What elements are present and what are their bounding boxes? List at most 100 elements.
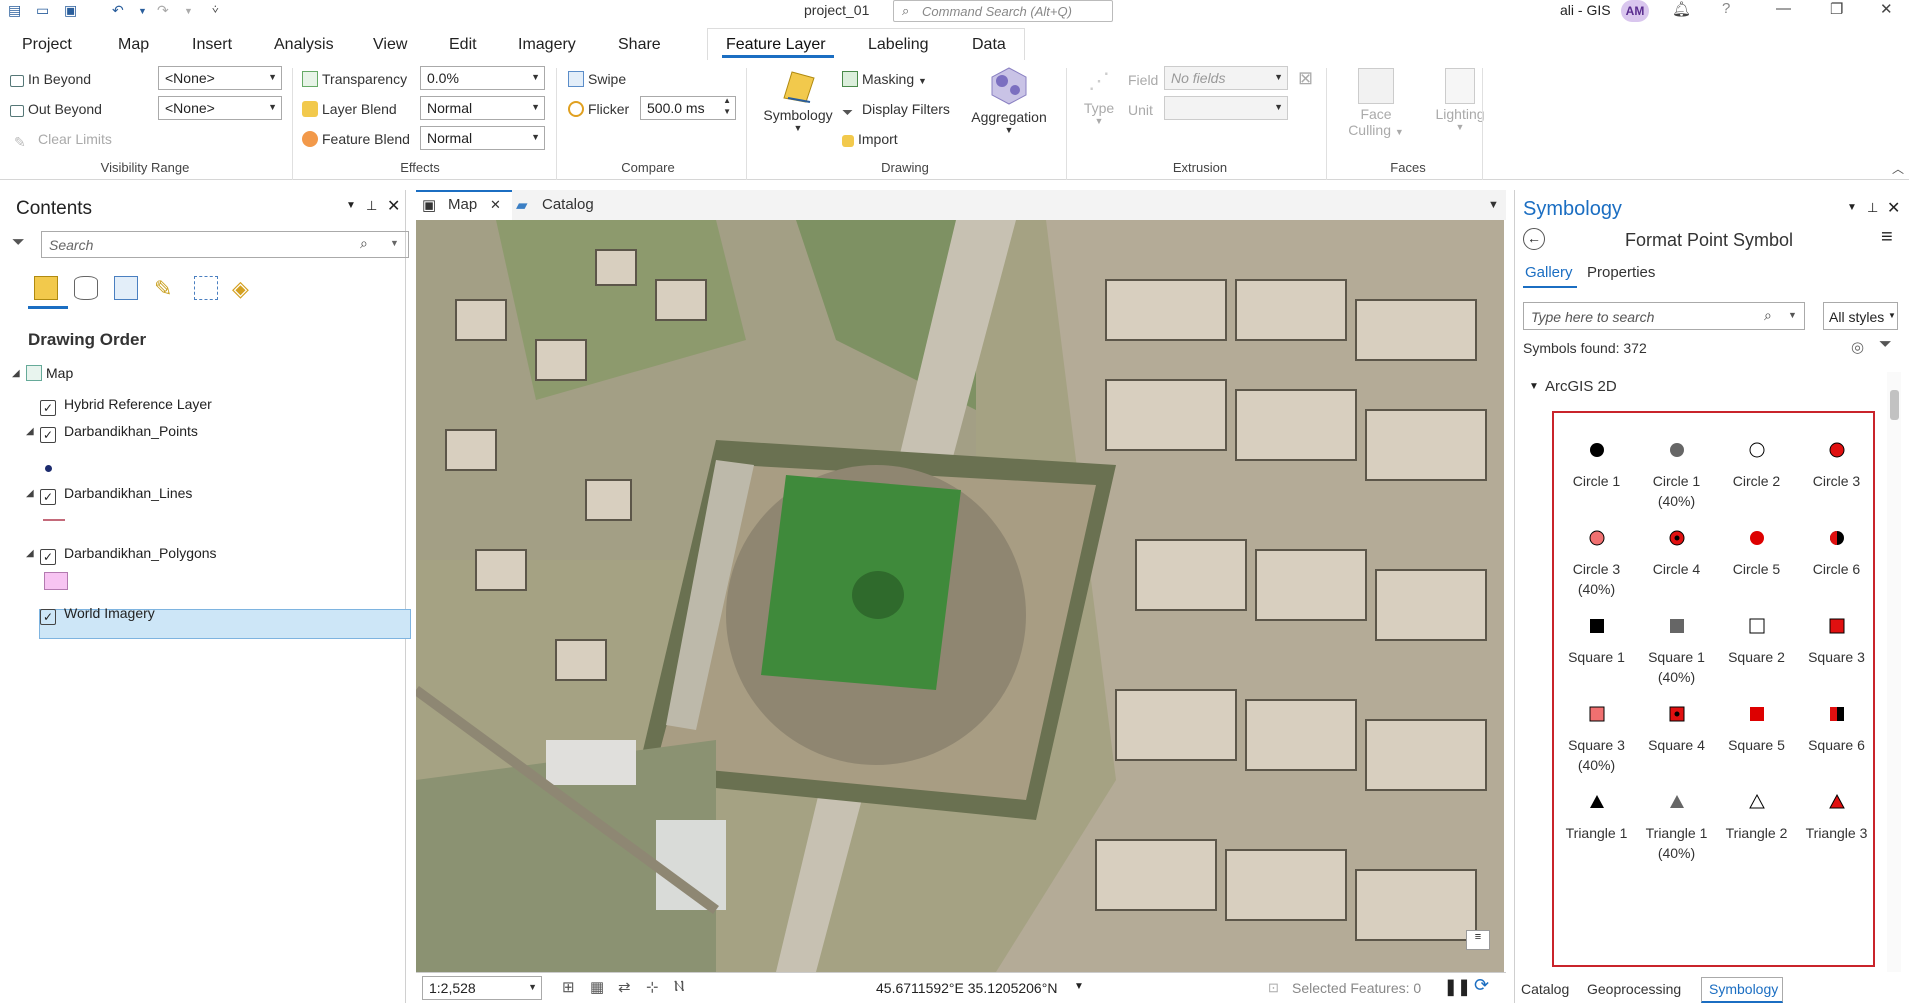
- tab-insert[interactable]: Insert: [192, 36, 232, 54]
- symbol-circle-4[interactable]: Circle 4: [1634, 529, 1719, 579]
- list-by-drawing-order-icon[interactable]: [34, 276, 58, 300]
- out-beyond-button[interactable]: Out Beyond: [10, 101, 102, 117]
- pin-icon[interactable]: ⊥: [366, 198, 377, 214]
- symbol-square-3-40[interactable]: Square 3 (40%): [1554, 705, 1639, 775]
- redo-dropdown-icon[interactable]: ▼: [184, 6, 193, 16]
- customize-toolbar-icon[interactable]: ⩒: [212, 4, 219, 17]
- line-symbol-swatch[interactable]: [43, 519, 65, 521]
- grid-icon[interactable]: ▦: [590, 978, 604, 996]
- save-icon[interactable]: ▣: [64, 2, 77, 19]
- visibility-toggle-icon[interactable]: ◎: [1851, 338, 1864, 356]
- tab-share[interactable]: Share: [618, 36, 661, 54]
- symbol-circle-3-40[interactable]: Circle 3 (40%): [1554, 529, 1639, 599]
- symbol-circle-5[interactable]: Circle 5: [1714, 529, 1799, 579]
- symbol-square-6[interactable]: Square 6: [1794, 705, 1879, 755]
- close-pane-icon[interactable]: ✕: [1887, 198, 1900, 218]
- tab-map-label[interactable]: Map: [448, 196, 477, 213]
- out-beyond-select[interactable]: <None> ▼: [158, 96, 282, 120]
- tab-map[interactable]: Map: [118, 36, 149, 54]
- layer-darbandikhan-points[interactable]: ✓ Darbandikhan_Points: [40, 423, 198, 443]
- list-by-editing-icon[interactable]: ✎: [154, 276, 172, 302]
- close-pane-icon[interactable]: ✕: [387, 196, 400, 216]
- list-by-selection-icon[interactable]: [114, 276, 138, 300]
- symbol-square-1-40[interactable]: Square 1 (40%): [1634, 617, 1719, 687]
- tab-gallery[interactable]: Gallery: [1525, 264, 1573, 281]
- symbol-triangle-1[interactable]: Triangle 1: [1554, 793, 1639, 843]
- layer-darbandikhan-polygons[interactable]: ✓ Darbandikhan_Polygons: [40, 545, 217, 565]
- list-by-labeling-icon[interactable]: ◈: [232, 276, 249, 302]
- pause-drawing-icon[interactable]: ❚❚: [1444, 977, 1471, 997]
- back-arrow-icon[interactable]: ←: [1523, 228, 1545, 250]
- import-button[interactable]: Import: [842, 131, 898, 147]
- symbology-button[interactable]: Symbology ▼: [758, 68, 838, 133]
- symbol-triangle-3[interactable]: Triangle 3: [1794, 793, 1879, 843]
- scale-select[interactable]: 1:2,528 ▼: [422, 976, 542, 1000]
- layer-visibility-checkbox[interactable]: ✓: [40, 549, 56, 565]
- close-tab-icon[interactable]: ✕: [490, 197, 501, 213]
- flicker-interval-input[interactable]: 500.0 ms ▲ ▼: [640, 96, 736, 120]
- symbol-circle-3[interactable]: Circle 3: [1794, 441, 1879, 491]
- layer-visibility-checkbox[interactable]: ✓: [40, 427, 56, 443]
- tab-properties[interactable]: Properties: [1587, 264, 1655, 281]
- map-notes-icon[interactable]: ≡: [1466, 930, 1490, 950]
- styles-filter-select[interactable]: All styles ▼: [1823, 302, 1898, 330]
- symbol-triangle-2[interactable]: Triangle 2: [1714, 793, 1799, 843]
- feature-blend-select[interactable]: Normal ▼: [420, 126, 545, 150]
- tab-geoprocessing-pane[interactable]: Geoprocessing: [1587, 981, 1681, 997]
- face-culling-button[interactable]: Face Culling ▼: [1336, 68, 1416, 138]
- symbol-circle-2[interactable]: Circle 2: [1714, 441, 1799, 491]
- pin-icon[interactable]: ⊥: [1867, 200, 1878, 216]
- symbol-square-3[interactable]: Square 3: [1794, 617, 1879, 667]
- gallery-scrollbar[interactable]: [1887, 372, 1901, 972]
- tab-catalog-label[interactable]: Catalog: [542, 196, 594, 213]
- filter-icon[interactable]: ⏷: [12, 234, 25, 252]
- tab-view[interactable]: View: [373, 36, 407, 54]
- tab-data[interactable]: Data: [972, 36, 1006, 54]
- masking-button[interactable]: Masking ▼: [842, 71, 927, 87]
- layer-blend-select[interactable]: Normal ▼: [420, 96, 545, 120]
- redo-icon[interactable]: ↷: [157, 2, 169, 19]
- tab-analysis[interactable]: Analysis: [274, 36, 334, 54]
- extrusion-field-select[interactable]: No fields ▼: [1164, 66, 1288, 90]
- tab-list-chevron-icon[interactable]: ▼: [1488, 199, 1499, 211]
- command-search-input[interactable]: ⌕ Command Search (Alt+Q): [893, 0, 1113, 22]
- tab-feature-layer[interactable]: Feature Layer: [726, 36, 826, 54]
- contents-search-input[interactable]: Search ⌕ ▼: [41, 231, 409, 258]
- layer-visibility-checkbox[interactable]: ✓: [40, 609, 56, 625]
- tab-imagery[interactable]: Imagery: [518, 36, 576, 54]
- north-arrow-icon[interactable]: Ⲛ: [674, 978, 684, 995]
- symbol-search-input[interactable]: Type here to search ⌕ ▼: [1523, 302, 1805, 330]
- coordinate-format-chevron-icon[interactable]: ▼: [1074, 981, 1084, 992]
- aggregation-button[interactable]: Aggregation ▼: [966, 66, 1052, 135]
- fixed-zoom-icon[interactable]: ⊞: [562, 978, 575, 996]
- open-folder-icon[interactable]: ▭: [36, 2, 49, 19]
- rotation-icon[interactable]: ⇄: [618, 978, 631, 996]
- symbol-circle-1[interactable]: Circle 1: [1554, 441, 1639, 491]
- minimize-icon[interactable]: —: [1776, 0, 1791, 17]
- symbol-triangle-1-40[interactable]: Triangle 1 (40%): [1634, 793, 1719, 863]
- layer-visibility-checkbox[interactable]: ✓: [40, 489, 56, 505]
- collapse-layer-icon[interactable]: ◢: [26, 548, 34, 559]
- in-beyond-select[interactable]: <None> ▼: [158, 66, 282, 90]
- tab-catalog-pane[interactable]: Catalog: [1521, 981, 1569, 997]
- symbol-circle-1-40[interactable]: Circle 1 (40%): [1634, 441, 1719, 511]
- pane-options-chevron-icon[interactable]: ▼: [346, 200, 356, 211]
- clear-limits-button[interactable]: ✎ Clear Limits: [14, 131, 112, 150]
- symbol-square-4[interactable]: Square 4: [1634, 705, 1719, 755]
- point-symbol-swatch[interactable]: [45, 465, 52, 472]
- map-canvas[interactable]: ≡: [416, 220, 1504, 972]
- swipe-button[interactable]: Swipe: [568, 71, 626, 87]
- menu-icon[interactable]: ≡: [1881, 226, 1893, 249]
- new-project-icon[interactable]: ▤: [8, 2, 21, 19]
- lighting-button[interactable]: Lighting ▼: [1420, 68, 1500, 132]
- undo-icon[interactable]: ↶: [112, 2, 124, 19]
- in-beyond-button[interactable]: In Beyond: [10, 71, 91, 87]
- symbol-circle-6[interactable]: Circle 6: [1794, 529, 1879, 579]
- filter-icon[interactable]: ⏷: [1879, 336, 1892, 354]
- collapse-category-icon[interactable]: ▼: [1529, 381, 1539, 392]
- tab-edit[interactable]: Edit: [449, 36, 477, 54]
- symbol-square-2[interactable]: Square 2: [1714, 617, 1799, 667]
- tab-project[interactable]: Project: [22, 36, 72, 54]
- category-arcgis-2d[interactable]: ArcGIS 2D: [1545, 378, 1617, 395]
- extrusion-expression-icon[interactable]: ⊠: [1298, 68, 1313, 89]
